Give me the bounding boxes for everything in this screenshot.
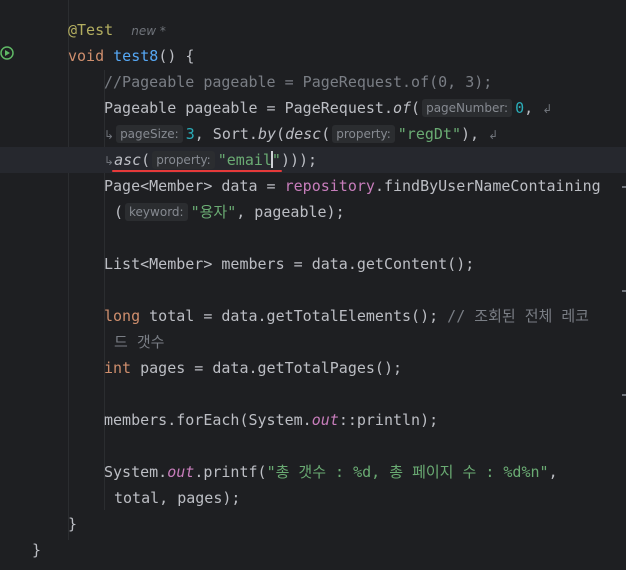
error-underline: [112, 170, 282, 172]
code-line-9[interactable]: List<Member> members = data.getContent()…: [104, 251, 474, 277]
comment: 드 갯수: [114, 333, 165, 351]
comment: // 조회된 전체 레코: [447, 307, 589, 325]
keyword: int: [104, 359, 132, 377]
parameter-hint: keyword:: [125, 203, 188, 221]
code-line-2[interactable]: void test8() {: [68, 43, 194, 69]
string-literal: "email: [217, 151, 272, 169]
code-line-3[interactable]: //Pageable pageable = PageRequest.of(0, …: [104, 69, 492, 95]
code-text: System.: [104, 463, 168, 481]
code-line-16[interactable]: }: [68, 511, 77, 537]
code-line-11[interactable]: 드 갯수: [114, 329, 164, 355]
soft-wrap-icon: ↳: [104, 154, 115, 168]
run-test-icon[interactable]: [0, 46, 14, 60]
scrollbar-marker[interactable]: [622, 394, 626, 396]
code-text: pages = data.getTotalPages();: [131, 359, 403, 377]
author-meta[interactable]: new *: [131, 24, 166, 38]
static-method: by: [257, 125, 277, 143]
code-text: (: [114, 203, 124, 221]
code-text: (: [411, 99, 421, 117]
string-literal: "regDt": [397, 125, 461, 143]
code-line-7[interactable]: Page<Member> data = repository.findByUse…: [104, 173, 601, 199]
number-literal: 0: [515, 99, 525, 117]
code-line-1[interactable]: @Test new *: [68, 17, 166, 43]
code-line-5[interactable]: ↳ pageSize: 3, Sort.by(desc(property: "regD…: [104, 121, 498, 147]
code-line-17[interactable]: }: [32, 537, 41, 563]
code-line-15[interactable]: total, pages);: [114, 485, 240, 511]
soft-wrap-icon: ↳: [104, 128, 115, 142]
code-text: )));: [280, 151, 318, 169]
code-line-4[interactable]: Pageable pageable = PageRequest.of(pageN…: [104, 95, 552, 121]
code-text: (: [141, 151, 151, 169]
number-literal: 3: [185, 125, 195, 143]
scrollbar-marker[interactable]: [622, 290, 626, 292]
parameter-hint: pageNumber:: [422, 99, 513, 117]
string-literal: "총 갯수 : %d, 총 페이지 수 : %d%n": [266, 463, 549, 481]
soft-wrap-icon: ↲: [488, 128, 499, 142]
code-text: ,: [524, 99, 534, 117]
closing-brace: }: [68, 515, 78, 533]
code-text: Page<Member> data =: [104, 177, 285, 195]
scrollbar-marker[interactable]: [622, 186, 626, 188]
soft-wrap-icon: ↲: [542, 102, 553, 116]
code-text: total = data.getTotalElements();: [140, 307, 448, 325]
comment: //Pageable pageable = PageRequest.of(0, …: [104, 73, 493, 91]
code-text: ,: [548, 463, 558, 481]
static-method: asc: [114, 151, 142, 169]
parameter-hint: pageSize:: [116, 125, 183, 143]
code-text: total, pages);: [114, 489, 241, 507]
indent-guide: [68, 0, 69, 540]
method-name: test8: [113, 47, 159, 65]
test-annotation: @Test: [68, 21, 114, 39]
static-field: out: [167, 463, 195, 481]
code-line-10[interactable]: long total = data.getTotalElements(); //…: [104, 303, 589, 329]
code-text: () {: [158, 47, 195, 65]
code-text: (: [321, 125, 331, 143]
field-reference: repository: [284, 177, 375, 195]
static-method: desc: [285, 125, 322, 143]
code-line-12[interactable]: int pages = data.getTotalPages();: [104, 355, 402, 381]
code-text: , pageable);: [236, 203, 345, 221]
editor-gutter: [0, 0, 30, 570]
code-text: , Sort.: [194, 125, 258, 143]
code-line-13[interactable]: members.forEach(System.out::println);: [104, 407, 438, 433]
code-text: .findByUserNameContaining: [374, 177, 601, 195]
static-field: out: [311, 411, 339, 429]
code-text: ),: [460, 125, 480, 143]
code-text: (: [276, 125, 286, 143]
code-text: ::println);: [338, 411, 439, 429]
code-line-8[interactable]: (keyword: "용자", pageable);: [114, 199, 345, 225]
string-literal: "용자": [190, 203, 237, 221]
code-text: Pageable pageable = PageRequest.: [104, 99, 393, 117]
code-line-14[interactable]: System.out.printf("총 갯수 : %d, 총 페이지 수 : …: [104, 459, 558, 485]
parameter-hint: property:: [152, 151, 215, 169]
closing-brace: }: [32, 541, 42, 559]
keyword: long: [104, 307, 141, 325]
static-method: of: [392, 99, 412, 117]
code-text: members.forEach(System.: [104, 411, 312, 429]
string-literal: ": [271, 151, 281, 169]
code-text: List<Member> members = data.getContent()…: [104, 255, 475, 273]
code-text: .printf(: [194, 463, 267, 481]
parameter-hint: property:: [332, 125, 395, 143]
keyword: void: [68, 47, 105, 65]
